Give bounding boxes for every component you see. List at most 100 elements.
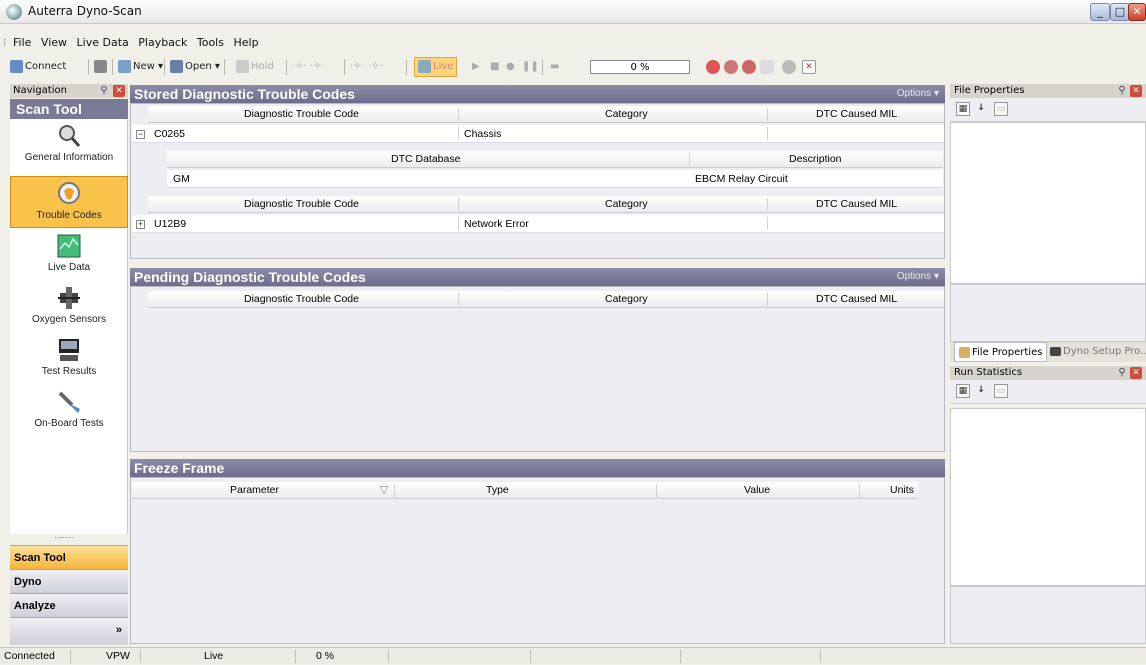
nav-item-label: Oxygen Sensors <box>32 314 106 325</box>
collapse-icon[interactable]: − <box>136 130 145 139</box>
column-header-code[interactable]: Diagnostic Trouble Code <box>244 106 359 123</box>
close-button[interactable]: ✕ <box>1128 3 1146 21</box>
status-connection: Connected <box>4 650 55 662</box>
close-panel-icon[interactable]: ✕ <box>1130 367 1142 379</box>
nav-item-oxygen-sensors[interactable]: Oxygen Sensors <box>10 285 128 337</box>
sort-alpha-icon[interactable]: ↓ <box>974 384 988 398</box>
categorized-icon[interactable]: ▦ <box>956 384 970 398</box>
pin-icon[interactable]: ⚲ <box>1116 85 1128 97</box>
nav-button-analyze[interactable]: Analyze <box>10 593 128 617</box>
nav-item-label: Live Data <box>47 262 91 273</box>
stored-row-u12b9[interactable]: + U12B9 Network Error <box>132 215 944 233</box>
new-button[interactable]: New ▾ <box>118 56 163 78</box>
play-button[interactable]: ▶ <box>472 56 480 78</box>
column-header-description[interactable]: Description <box>789 151 842 168</box>
nav-item-label: General Information <box>24 152 114 163</box>
column-header-mil[interactable]: DTC Caused MIL <box>816 196 897 213</box>
status-mode: Live <box>204 650 224 662</box>
report-icon[interactable] <box>760 60 774 74</box>
file-properties-description <box>950 284 1146 342</box>
property-pages-icon[interactable]: ▭ <box>994 384 1008 398</box>
nav-item-test-results[interactable]: Test Results <box>10 337 128 389</box>
sort-alpha-icon[interactable]: ↓ <box>974 102 988 116</box>
nav-item-trouble-codes[interactable]: Trouble Codes <box>10 176 128 228</box>
live-data-icon <box>57 234 81 258</box>
close-panel-icon[interactable]: ✕ <box>113 85 125 97</box>
live-button[interactable]: Live <box>414 57 458 77</box>
open-button[interactable]: Open ▾ <box>170 56 220 78</box>
sub-row-gm[interactable]: GM EBCM Relay Circuit <box>167 170 943 188</box>
menu-help[interactable]: Help <box>230 34 261 52</box>
menu-view[interactable]: View <box>38 34 70 52</box>
progress-box: 0 % <box>590 60 690 74</box>
menu-tools[interactable]: Tools <box>194 34 227 52</box>
menu-live-data[interactable]: Live Data <box>74 34 132 52</box>
column-header-category[interactable]: Category <box>605 106 648 123</box>
live-label: Live <box>433 61 454 72</box>
nav-button-dyno[interactable]: Dyno <box>10 569 128 593</box>
column-header-category[interactable]: Category <box>605 196 648 213</box>
pending-dtc-grid: Diagnostic Trouble Code Category DTC Cau… <box>130 286 945 452</box>
hold-button[interactable]: Hold <box>236 56 274 78</box>
column-header-code[interactable]: Diagnostic Trouble Code <box>244 291 359 308</box>
nav-item-live-data[interactable]: Live Data <box>10 233 128 285</box>
status-bar: Connected VPW Live 0 % <box>0 647 1146 664</box>
seek-button[interactable]: ▬ <box>550 56 559 78</box>
column-header-units[interactable]: Units <box>890 482 914 499</box>
close-file-icon[interactable]: ✕ <box>802 60 816 74</box>
pause-button[interactable]: ❚❚ <box>522 56 539 78</box>
oxygen-sensor-icon <box>58 287 80 309</box>
print-button[interactable] <box>94 56 109 78</box>
column-header-mil[interactable]: DTC Caused MIL <box>816 291 897 308</box>
column-header-type[interactable]: Type <box>486 482 509 499</box>
stored-options-label: Options <box>896 88 932 99</box>
column-header-code[interactable]: Diagnostic Trouble Code <box>244 196 359 213</box>
menu-file[interactable]: File <box>10 34 34 52</box>
connect-button[interactable]: Connect <box>10 56 66 78</box>
navigation-grip[interactable]: ........ <box>54 531 74 540</box>
search-scan-icon[interactable] <box>742 60 756 74</box>
gear-icon[interactable] <box>782 60 796 74</box>
nav-button-scan-tool[interactable]: Scan Tool <box>10 545 128 569</box>
navigation-header-label: Navigation <box>13 85 67 96</box>
record-button[interactable]: ● <box>506 56 515 78</box>
minimize-button[interactable]: _ <box>1090 3 1110 21</box>
tab-dyno-setup[interactable]: Dyno Setup Pro... <box>1050 342 1146 362</box>
sort-icon[interactable]: ▽ <box>380 482 388 499</box>
title-bar: Auterra Dyno-Scan _ □ ✕ <box>0 0 1146 24</box>
column-header-parameter[interactable]: Parameter <box>230 482 279 499</box>
column-header-mil[interactable]: DTC Caused MIL <box>816 106 897 123</box>
stored-row-c0265[interactable]: − C0265 Chassis <box>132 125 944 143</box>
nav-more-button[interactable]: » <box>10 617 128 645</box>
expand-icon[interactable]: + <box>136 220 145 229</box>
pending-grid-header: Diagnostic Trouble Code Category DTC Cau… <box>148 291 944 308</box>
dyno-icon <box>1050 346 1061 356</box>
pin-icon[interactable]: ⚲ <box>98 85 110 97</box>
stop-button[interactable]: ■ <box>490 56 499 78</box>
pending-options-label: Options <box>896 271 932 282</box>
scan-icon[interactable] <box>724 60 738 74</box>
pending-dtc-header: Pending Diagnostic Trouble Codes Options… <box>130 268 945 286</box>
close-panel-icon[interactable]: ✕ <box>1130 85 1142 97</box>
live-icon <box>418 59 431 73</box>
stored-dtc-title: Stored Diagnostic Trouble Codes <box>134 86 355 102</box>
tab-file-properties[interactable]: File Properties <box>954 342 1048 362</box>
stored-options-button[interactable]: Options ▾ <box>897 85 939 103</box>
cursor-tool-2[interactable]: ·✧· ·✧· <box>350 56 383 78</box>
run-statistics-toolbar: ▦ ↓ ▭ <box>950 380 1146 404</box>
property-pages-icon[interactable]: ▭ <box>994 102 1008 116</box>
maximize-button[interactable]: □ <box>1110 3 1130 21</box>
nav-item-on-board-tests[interactable]: On-Board Tests <box>10 389 128 441</box>
cursor-tool-1[interactable]: ·✧· ·✧· <box>292 56 325 78</box>
column-header-category[interactable]: Category <box>605 291 648 308</box>
window-title: Auterra Dyno-Scan <box>28 4 142 18</box>
pending-options-button[interactable]: Options ▾ <box>897 268 939 286</box>
stop-scan-icon[interactable] <box>706 60 720 74</box>
pin-icon[interactable]: ⚲ <box>1116 367 1128 379</box>
categorized-icon[interactable]: ▦ <box>956 102 970 116</box>
open-icon <box>170 59 183 73</box>
column-header-dtc-database[interactable]: DTC Database <box>391 151 460 168</box>
column-header-value[interactable]: Value <box>744 482 770 499</box>
menu-playback[interactable]: Playback <box>135 34 190 52</box>
nav-item-general-information[interactable]: General Information <box>10 123 128 175</box>
